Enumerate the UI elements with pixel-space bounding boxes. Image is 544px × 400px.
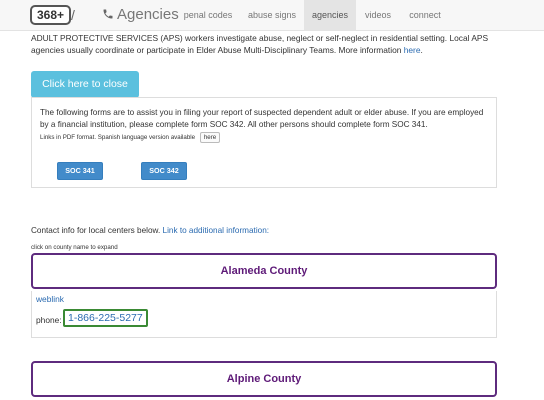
pdf-note-text: Links in PDF format. Spanish language ve…: [40, 134, 196, 141]
phone-label: phone:: [36, 315, 62, 325]
contact-info: Contact info for local centers below. Li…: [31, 226, 269, 235]
county-weblink[interactable]: weblink: [36, 294, 64, 304]
contact-text: Contact info for local centers below.: [31, 226, 161, 235]
expand-note: click on county name to expand: [31, 244, 118, 251]
brand-badge[interactable]: 368+: [30, 5, 72, 25]
more-info-link[interactable]: here: [404, 45, 421, 55]
nav-penal-codes[interactable]: penal codes: [176, 0, 240, 30]
page-title: Agencies: [117, 6, 179, 23]
nav-abuse-signs[interactable]: abuse signs: [240, 0, 304, 30]
soc-341-button[interactable]: SOC 341: [57, 162, 103, 180]
intro-period: .: [420, 45, 423, 55]
county-alameda-details: weblink phone: 1-866-225-5277: [31, 291, 497, 338]
spanish-version-button[interactable]: here: [199, 132, 221, 143]
nav-videos[interactable]: videos: [356, 0, 400, 30]
pdf-note: Links in PDF format. Spanish language ve…: [40, 132, 221, 143]
brand-slash: /: [71, 7, 75, 23]
county-alpine-button[interactable]: Alpine County: [31, 361, 497, 397]
forms-panel: The following forms are to assist you in…: [31, 97, 497, 188]
additional-info-link[interactable]: Link to additional information:: [163, 226, 270, 235]
county-alameda-button[interactable]: Alameda County: [31, 253, 497, 289]
phone-icon: [103, 9, 113, 19]
soc-342-button[interactable]: SOC 342: [141, 162, 187, 180]
close-forms-button[interactable]: Click here to close: [31, 71, 139, 98]
navbar: 368+ / Agencies penal codes abuse signs …: [0, 0, 544, 31]
nav-agencies[interactable]: agencies: [304, 0, 356, 30]
forms-description: The following forms are to assist you in…: [40, 108, 484, 129]
phone-number-link[interactable]: 1-866-225-5277: [63, 309, 148, 327]
nav-connect[interactable]: connect: [400, 0, 450, 30]
intro-paragraph: ADULT PROTECTIVE SERVICES (APS) workers …: [31, 32, 511, 56]
